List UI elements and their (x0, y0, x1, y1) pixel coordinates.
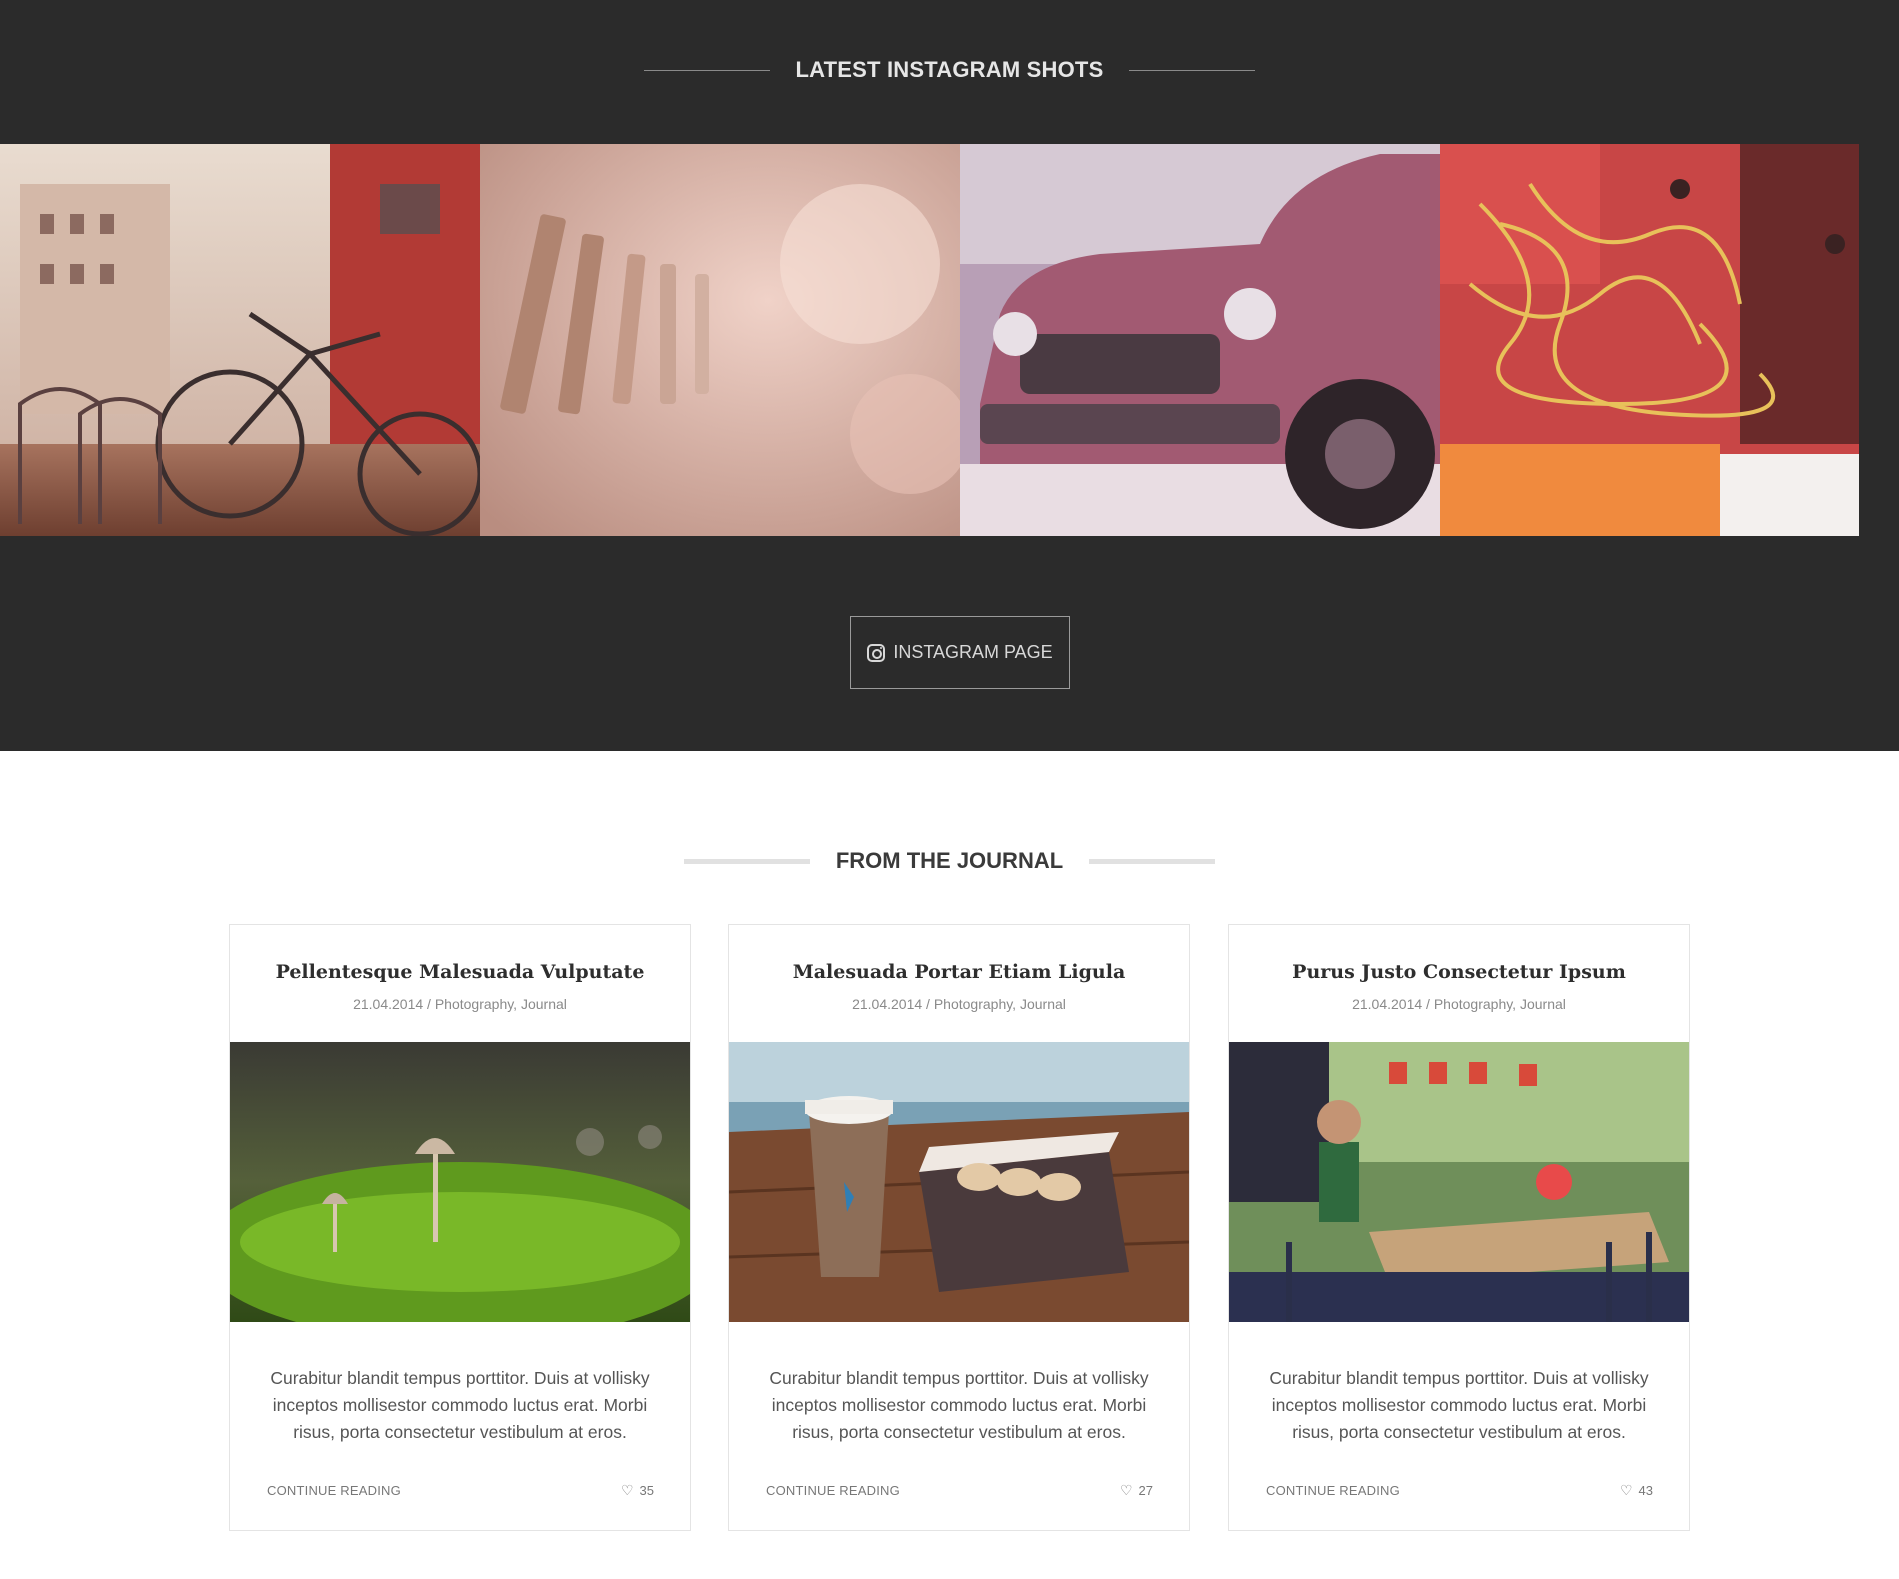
like-button[interactable]: ♡ 43 (1620, 1483, 1653, 1498)
heart-icon: ♡ (1119, 1482, 1133, 1498)
journal-heading-text: FROM THE JOURNAL (835, 848, 1064, 873)
journal-post-card: Pellentesque Malesuada Vulputate 21.04.2… (229, 924, 691, 1531)
continue-reading-link[interactable]: CONTINUE READING (1266, 1483, 1400, 1498)
heading-rule-right (1089, 858, 1216, 864)
post-meta: 21.04.2014 / Photography, Journal (353, 996, 567, 1012)
heart-icon: ♡ (1619, 1482, 1633, 1498)
instagram-icon (867, 643, 886, 662)
post-footer: CONTINUE READING ♡ 35 (267, 1480, 654, 1500)
instagram-heading-text: LATEST INSTAGRAM SHOTS (795, 57, 1104, 82)
like-button[interactable]: ♡ 27 (1120, 1483, 1153, 1498)
journal-post-list: Pellentesque Malesuada Vulputate 21.04.2… (229, 924, 1691, 1531)
like-count: 35 (639, 1482, 654, 1498)
post-meta: 21.04.2014 / Photography, Journal (1352, 996, 1566, 1012)
heart-icon: ♡ (620, 1482, 634, 1498)
instagram-photo-bicycle[interactable] (0, 144, 480, 536)
post-title[interactable]: Malesuada Portar Etiam Ligula (729, 961, 1189, 983)
journal-post-card: Malesuada Portar Etiam Ligula 21.04.2014… (728, 924, 1190, 1531)
like-count: 27 (1138, 1482, 1153, 1498)
instagram-page-button[interactable]: INSTAGRAM PAGE (850, 616, 1070, 689)
continue-reading-link[interactable]: CONTINUE READING (766, 1483, 900, 1498)
instagram-heading: LATEST INSTAGRAM SHOTS (0, 52, 1899, 88)
post-image-mushroom-moss[interactable] (230, 1042, 690, 1322)
heading-rule-left (643, 69, 770, 71)
instagram-photo-wires[interactable] (1440, 144, 1859, 536)
post-meta: 21.04.2014 / Photography, Journal (852, 996, 1066, 1012)
journal-heading: FROM THE JOURNAL (0, 843, 1899, 879)
post-image-cafe-terrace[interactable] (1229, 1042, 1689, 1322)
heading-rule-right (1129, 69, 1256, 71)
heading-rule-left (683, 858, 810, 864)
post-footer: CONTINUE READING ♡ 27 (766, 1480, 1153, 1500)
instagram-photo-old-truck[interactable] (960, 144, 1440, 536)
instagram-section: LATEST INSTAGRAM SHOTS INSTAGRAM PAGE (0, 0, 1899, 751)
instagram-page-button-label: INSTAGRAM PAGE (893, 642, 1053, 662)
post-image-coffee-macarons[interactable] (729, 1042, 1189, 1322)
post-footer: CONTINUE READING ♡ 43 (1266, 1480, 1653, 1500)
like-button[interactable]: ♡ 35 (621, 1483, 654, 1498)
post-title[interactable]: Purus Justo Consectetur Ipsum (1229, 961, 1689, 983)
instagram-photo-strip (0, 144, 1899, 536)
journal-post-card: Purus Justo Consectetur Ipsum 21.04.2014… (1228, 924, 1690, 1531)
continue-reading-link[interactable]: CONTINUE READING (267, 1483, 401, 1498)
post-title[interactable]: Pellentesque Malesuada Vulputate (230, 961, 690, 983)
post-excerpt: Curabitur blandit tempus porttitor. Duis… (270, 1368, 650, 1442)
like-count: 43 (1638, 1482, 1653, 1498)
post-excerpt: Curabitur blandit tempus porttitor. Duis… (769, 1368, 1149, 1442)
instagram-photo-clothespins[interactable] (480, 144, 960, 536)
post-excerpt: Curabitur blandit tempus porttitor. Duis… (1269, 1368, 1649, 1442)
